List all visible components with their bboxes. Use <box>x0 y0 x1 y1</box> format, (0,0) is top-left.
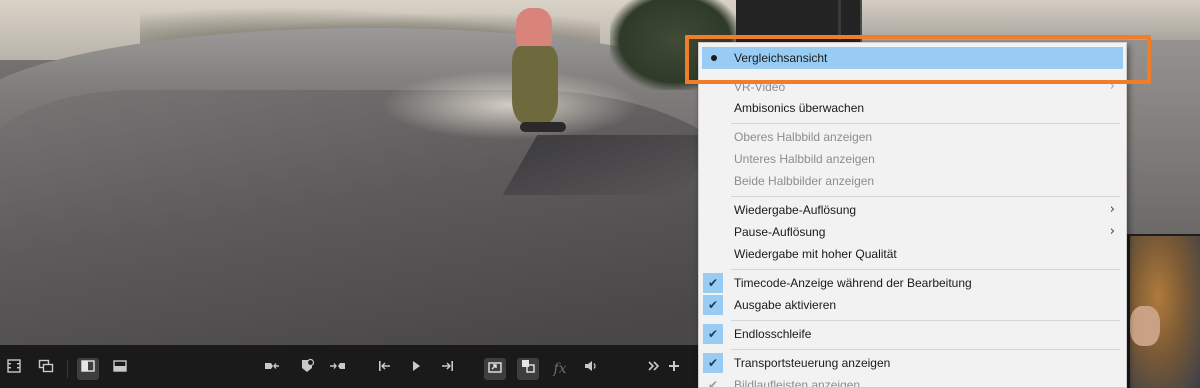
menu-item-vr-video[interactable]: VR-Video › <box>702 76 1123 98</box>
menu-separator <box>731 349 1120 350</box>
menu-item-playback-resolution[interactable]: Wiedergabe-Auflösung › <box>702 199 1123 221</box>
menu-item-show-transport-controls[interactable]: ✔ Transportsteuerung anzeigen <box>702 352 1123 374</box>
add-icon[interactable] <box>663 358 685 380</box>
comparison-icon[interactable] <box>517 358 539 380</box>
menu-item-label: Beide Halbbilder anzeigen <box>734 174 875 188</box>
volume-icon[interactable] <box>580 358 602 380</box>
menu-item-label: Bildlaufleisten anzeigen <box>734 378 861 388</box>
video-highlight <box>380 70 640 140</box>
panel-divider[interactable] <box>838 0 841 40</box>
menu-item-loop[interactable]: ✔ Endlosschleife <box>702 323 1123 345</box>
video-skater-shadow <box>502 135 718 195</box>
filmstrip-icon[interactable] <box>3 358 25 380</box>
menu-item-label: VR-Video <box>734 80 786 94</box>
menu-item-label: Wiedergabe-Auflösung <box>734 203 857 217</box>
checkmark-icon: ✔ <box>707 378 719 388</box>
context-menu: Vergleichsansicht VR-Video › Ambisonics … <box>698 42 1127 388</box>
program-monitor-video[interactable] <box>0 0 736 345</box>
menu-item-upper-field[interactable]: Oberes Halbbild anzeigen <box>702 126 1123 148</box>
menu-separator <box>731 269 1120 270</box>
go-to-out-icon[interactable] <box>327 358 349 380</box>
menu-item-label: Vergleichsansicht <box>734 51 828 65</box>
play-icon[interactable] <box>405 358 427 380</box>
more-icon[interactable] <box>643 358 665 380</box>
add-marker-icon[interactable] <box>296 358 318 380</box>
fx-icon[interactable]: fx <box>549 358 571 380</box>
step-back-icon[interactable] <box>373 358 395 380</box>
checkmark-icon: ✔ <box>703 295 723 315</box>
menu-item-lower-field[interactable]: Unteres Halbbild anzeigen <box>702 148 1123 170</box>
multi-camera-icon[interactable] <box>35 358 57 380</box>
menu-item-label: Oberes Halbbild anzeigen <box>734 130 873 144</box>
menu-item-show-scrollbars[interactable]: ✔ Bildlaufleisten anzeigen <box>702 374 1123 388</box>
checkmark-icon: ✔ <box>703 353 723 373</box>
menu-item-enable-output[interactable]: ✔ Ausgabe aktivieren <box>702 294 1123 316</box>
chevron-right-icon: › <box>1109 79 1115 94</box>
transport-toolbar: fx <box>0 345 736 388</box>
step-forward-icon[interactable] <box>437 358 459 380</box>
menu-item-high-quality-playback[interactable]: Wiedergabe mit hoher Qualität <box>702 243 1123 265</box>
side-by-side-view-icon[interactable] <box>77 358 99 380</box>
export-frame-icon[interactable] <box>484 358 506 380</box>
menu-item-both-fields[interactable]: Beide Halbbilder anzeigen <box>702 170 1123 192</box>
chevron-right-icon: › <box>1109 224 1115 239</box>
chevron-right-icon: › <box>1109 202 1115 217</box>
menu-item-pause-resolution[interactable]: Pause-Auflösung › <box>702 221 1123 243</box>
menu-item-label: Unteres Halbbild anzeigen <box>734 152 875 166</box>
menu-item-label: Pause-Auflösung <box>734 225 826 239</box>
menu-separator <box>731 320 1120 321</box>
menu-item-label: Timecode-Anzeige während der Bearbeitung <box>734 276 972 290</box>
menu-item-label: Wiedergabe mit hoher Qualität <box>734 247 897 261</box>
reference-video-sky <box>862 0 1200 40</box>
split-view-icon[interactable] <box>109 358 131 380</box>
video-skater-legs <box>512 46 558 124</box>
toolbar-separator <box>67 360 68 378</box>
menu-item-label: Transportsteuerung anzeigen <box>734 356 891 370</box>
menu-item-timecode-overlay[interactable]: ✔ Timecode-Anzeige während der Bearbeitu… <box>702 272 1123 294</box>
checkmark-icon: ✔ <box>703 273 723 293</box>
menu-item-comparison-view[interactable]: Vergleichsansicht <box>702 47 1123 69</box>
checkmark-icon: ✔ <box>703 324 723 344</box>
video-skater-board <box>520 122 566 132</box>
menu-item-label: Ausgabe aktivieren <box>734 298 837 312</box>
video-skater-torso <box>516 8 552 48</box>
menu-item-label: Ambisonics überwachen <box>734 101 865 115</box>
source-thumbnail[interactable] <box>1128 236 1200 388</box>
menu-item-label: Endlosschleife <box>734 327 812 341</box>
menu-separator <box>731 123 1120 124</box>
go-to-in-icon[interactable] <box>261 358 283 380</box>
menu-item-ambisonics[interactable]: Ambisonics überwachen <box>702 97 1123 119</box>
menu-separator <box>731 196 1120 197</box>
radio-dot-icon <box>711 55 717 61</box>
thumbnail-figure <box>1130 306 1160 346</box>
